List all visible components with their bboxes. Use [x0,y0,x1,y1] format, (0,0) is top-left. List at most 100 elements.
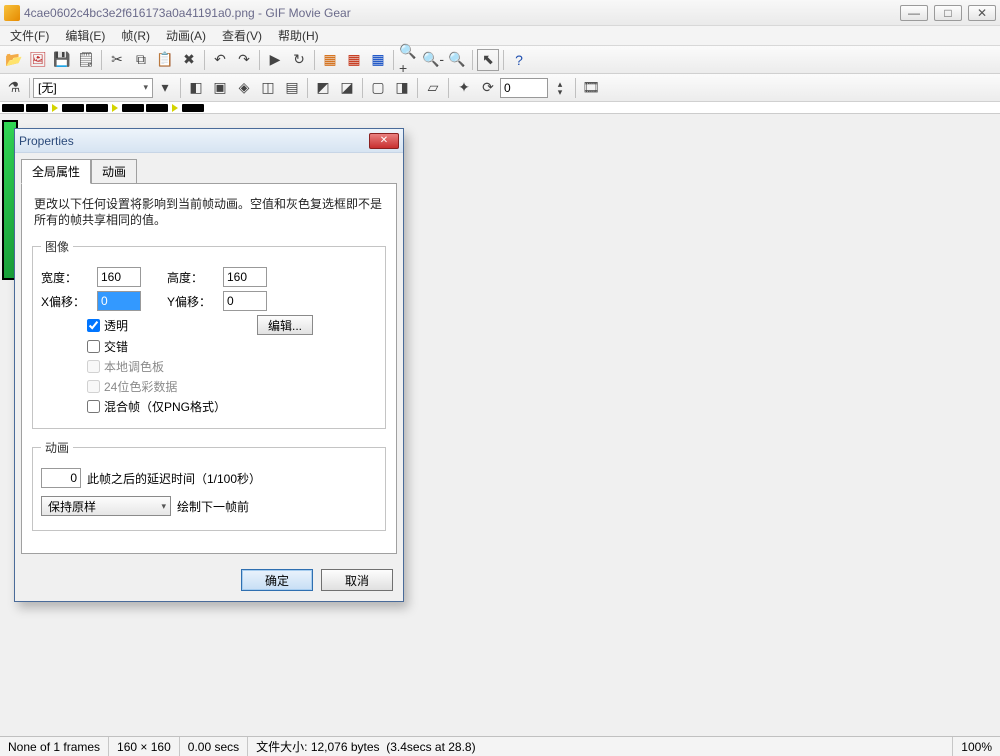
tool-g-icon[interactable]: ◪ [336,77,358,99]
menu-file[interactable]: 文件(F) [2,25,57,46]
tool-b-icon[interactable]: ▣ [209,77,231,99]
menu-view[interactable]: 查看(V) [214,25,270,46]
separator [417,78,418,98]
tool-f-icon[interactable]: ◩ [312,77,334,99]
zoom-in-icon[interactable]: 🔍+ [398,49,420,71]
paste-icon[interactable]: 📋 [154,49,176,71]
spin-input[interactable] [500,78,548,98]
menu-anim[interactable]: 动画(A) [158,25,214,46]
titlebar: 4cae0602c4bc3e2f616173a0a41191a0.png - G… [0,0,1000,26]
tool-j-icon[interactable]: ▱ [422,77,444,99]
interlace-checkbox[interactable] [87,340,100,353]
copy-icon[interactable]: ⧉ [130,49,152,71]
separator [204,50,205,70]
loop-icon[interactable]: ↻ [288,49,310,71]
mixed-label: 混合帧（仅PNG格式） [104,398,226,415]
film-segment [86,104,108,112]
yoffset-label: Y偏移： [167,293,217,310]
tool-d-icon[interactable]: ◫ [257,77,279,99]
xoffset-input[interactable] [97,291,141,311]
status-zoom: 100% [953,737,1000,756]
open-icon[interactable]: 📂 [3,49,25,71]
height-input[interactable] [223,267,267,287]
save-icon[interactable]: 💾 [51,49,73,71]
separator [362,78,363,98]
tool-e-icon[interactable]: ▤ [281,77,303,99]
tool-c-icon[interactable]: ◈ [233,77,255,99]
menu-frame[interactable]: 帧(R) [113,25,158,46]
pointer-icon[interactable]: ⬉ [477,49,499,71]
filter-icon[interactable]: ⚗ [3,77,25,99]
separator [314,50,315,70]
local-palette-label: 本地调色板 [104,358,164,375]
separator [472,50,473,70]
dialog-tabs: 全局属性 动画 [15,153,403,184]
dialog-close-button[interactable]: ✕ [369,133,399,149]
color24-checkbox [87,380,100,393]
palette3-icon[interactable]: ▦ [367,49,389,71]
tool-a-icon[interactable]: ◧ [185,77,207,99]
mixed-checkbox[interactable] [87,400,100,413]
color24-label: 24位色彩数据 [104,378,177,395]
animation-legend: 动画 [41,439,73,456]
tool-k-icon[interactable]: ✦ [453,77,475,99]
dialog-titlebar[interactable]: Properties ✕ [15,129,403,153]
play-icon[interactable]: ▶ [264,49,286,71]
tool-i-icon[interactable]: ◨ [391,77,413,99]
dialog-description: 更改以下任何设置将影响到当前帧动画。空值和灰色复选框即不是所有的帧共享相同的值。 [34,196,384,228]
cut-icon[interactable]: ✂ [106,49,128,71]
tool-h-icon[interactable]: ▢ [367,77,389,99]
secondary-toolbar: ⚗ [无] ▾ ◧ ▣ ◈ ◫ ▤ ◩ ◪ ▢ ◨ ▱ ✦ ⟳ ▴▾ 🎞 [0,74,1000,102]
separator [393,50,394,70]
delay-input[interactable] [41,468,81,488]
edit-button[interactable]: 编辑... [257,315,313,335]
dialog-title: Properties [19,134,369,148]
film-arrow-icon [172,104,178,112]
width-input[interactable] [97,267,141,287]
rotate-icon[interactable]: ⟳ [477,77,499,99]
yoffset-input[interactable] [223,291,267,311]
undo-icon[interactable]: ↶ [209,49,231,71]
menu-edit[interactable]: 编辑(E) [57,25,113,46]
window-close-button[interactable]: ✕ [968,5,996,21]
separator [575,78,576,98]
properties-dialog: Properties ✕ 全局属性 动画 更改以下任何设置将影响到当前帧动画。空… [14,128,404,602]
preset-dropdown[interactable]: [无] [33,78,153,98]
help-icon[interactable]: ? [508,49,530,71]
window-controls: — □ ✕ [900,5,996,21]
tool-m-icon[interactable]: 🎞 [580,77,602,99]
zoom-fit-icon[interactable]: 🔍 [446,49,468,71]
spin-stepper[interactable]: ▴▾ [549,77,571,99]
filmstrip [0,102,1000,114]
film-segment [182,104,204,112]
dropdown-arrow-icon[interactable]: ▾ [154,77,176,99]
maximize-button[interactable]: □ [934,5,962,21]
insert-frames-icon[interactable]: 🖼 [27,49,49,71]
delete-icon[interactable]: ✖ [178,49,200,71]
status-secs: 0.00 secs [180,737,248,756]
properties-icon[interactable]: 🗒 [75,49,97,71]
image-legend: 图像 [41,238,73,255]
transparent-checkbox[interactable] [87,319,100,332]
ok-button[interactable]: 确定 [241,569,313,591]
image-group: 图像 宽度： 高度： X偏移： Y偏移： 透明 编辑... [32,238,386,429]
tab-anim[interactable]: 动画 [91,159,137,184]
palette2-icon[interactable]: ▦ [343,49,365,71]
film-segment [122,104,144,112]
main-toolbar: 📂 🖼 💾 🗒 ✂ ⧉ 📋 ✖ ↶ ↷ ▶ ↻ ▦ ▦ ▦ 🔍+ 🔍- 🔍 ⬉ … [0,46,1000,74]
film-segment [26,104,48,112]
minimize-button[interactable]: — [900,5,928,21]
disposal-combo[interactable]: 保持原样 [41,496,171,516]
cancel-button[interactable]: 取消 [321,569,393,591]
separator [180,78,181,98]
transparent-label: 透明 [104,317,128,334]
zoom-out-icon[interactable]: 🔍- [422,49,444,71]
tab-body: 更改以下任何设置将影响到当前帧动画。空值和灰色复选框即不是所有的帧共享相同的值。… [21,183,397,554]
tab-global[interactable]: 全局属性 [21,159,91,184]
film-segment [146,104,168,112]
palette1-icon[interactable]: ▦ [319,49,341,71]
separator [259,50,260,70]
app-icon [4,5,20,21]
menu-help[interactable]: 帮助(H) [270,25,327,46]
redo-icon[interactable]: ↷ [233,49,255,71]
